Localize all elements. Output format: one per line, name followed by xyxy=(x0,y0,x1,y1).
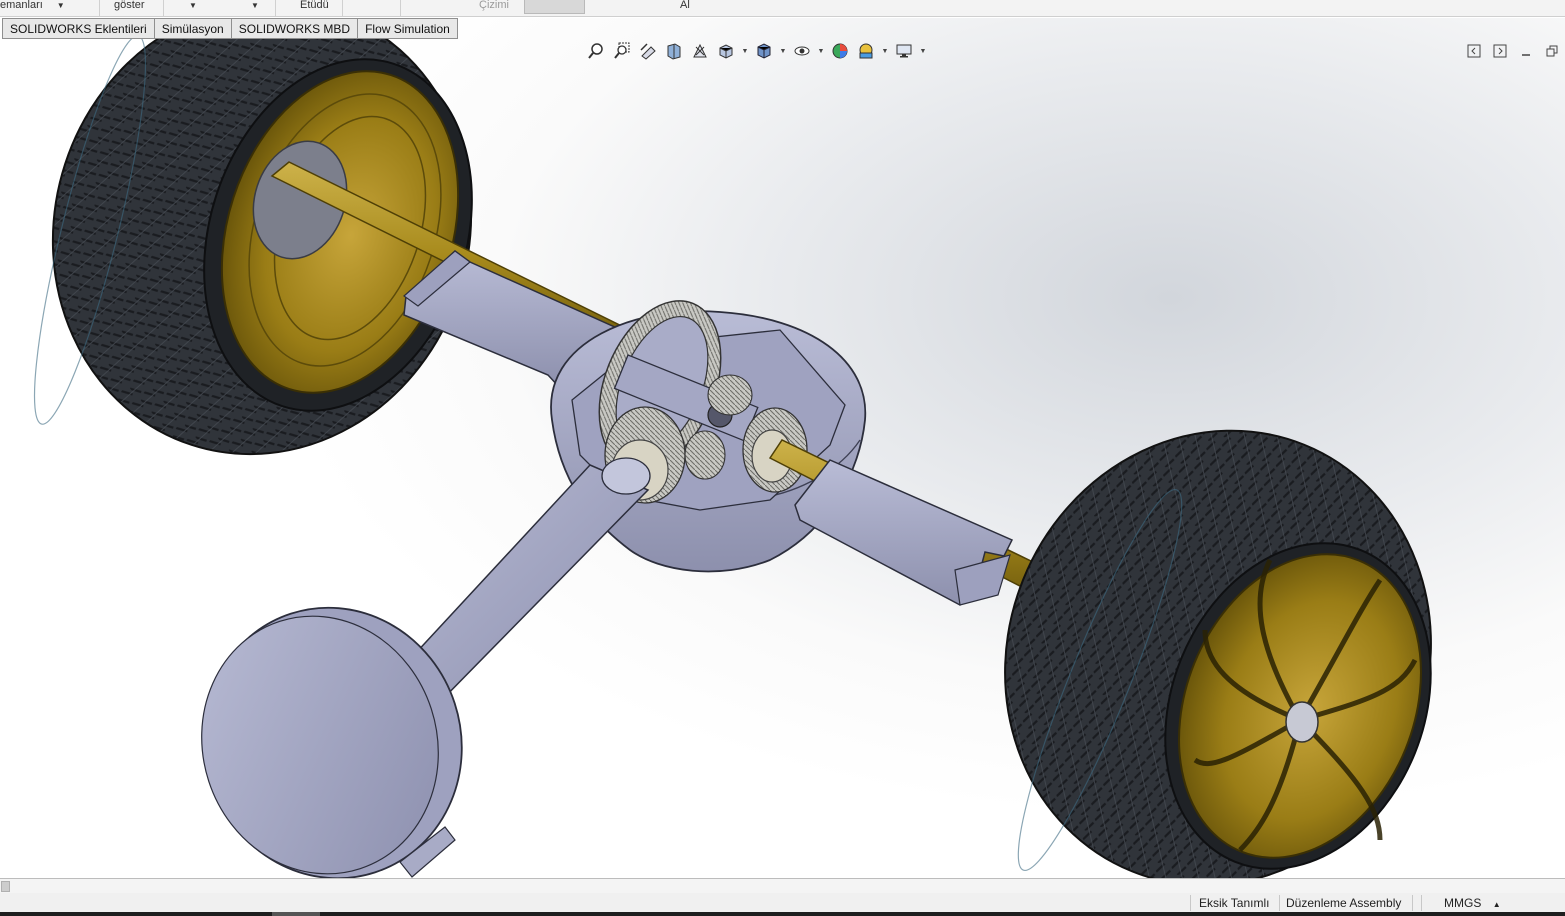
ribbon-divider xyxy=(163,0,164,16)
ribbon-item-label: Al xyxy=(680,0,690,11)
dynamic-annotation-views-icon[interactable] xyxy=(689,40,711,62)
ribbon-divider xyxy=(275,0,276,16)
right-axle-tube[interactable] xyxy=(794,459,1014,606)
chevron-down-icon[interactable]: ▼ xyxy=(881,48,889,55)
graphics-area[interactable]: ▼ ▼ ▼ ▼ ▼ xyxy=(0,18,1565,878)
section-view-icon[interactable] xyxy=(663,40,685,62)
tab-solidworks-addins[interactable]: SOLIDWORKS Eklentileri xyxy=(2,18,155,39)
display-style-icon[interactable] xyxy=(753,40,775,62)
horizontal-scrollbar[interactable] xyxy=(0,878,1565,894)
ribbon-dropdown[interactable]: ▼ xyxy=(251,0,259,14)
apply-scene-icon[interactable] xyxy=(855,40,877,62)
ribbon-item-get[interactable]: Al xyxy=(680,0,690,14)
chevron-down-icon[interactable]: ▼ xyxy=(817,48,825,55)
ribbon-item-show[interactable]: göster xyxy=(114,0,145,14)
editing-mode-status: Düzenleme Assembly xyxy=(1286,896,1402,910)
document-window-controls xyxy=(1465,42,1561,60)
tab-simulation[interactable]: Simülasyon xyxy=(154,18,232,39)
chevron-down-icon[interactable]: ▼ xyxy=(779,48,787,55)
ribbon-dropdown[interactable]: ▼ xyxy=(189,0,197,14)
tile-left-icon[interactable] xyxy=(1465,42,1483,60)
ribbon-item-study[interactable]: Etüdü xyxy=(300,0,329,14)
chevron-up-icon[interactable]: ▲ xyxy=(1493,900,1501,909)
units-label: MMGS xyxy=(1444,896,1482,910)
taskbar-active-indicator xyxy=(272,912,320,916)
assembly-model[interactable] xyxy=(0,18,1565,878)
hide-show-items-icon[interactable] xyxy=(791,40,813,62)
command-manager-tabs: SOLIDWORKS Eklentileri Simülasyon SOLIDW… xyxy=(2,18,458,39)
restore-icon[interactable] xyxy=(1543,42,1561,60)
ribbon-item-label: Etüdü xyxy=(300,0,329,11)
status-divider xyxy=(1279,895,1280,911)
view-orientation-icon[interactable] xyxy=(715,40,737,62)
status-bar: Eksik Tanımlı Düzenleme Assembly MMGS ▲ xyxy=(0,893,1565,913)
chevron-down-icon[interactable]: ▼ xyxy=(57,1,65,10)
ribbon-item-drawing[interactable]: Çizimi xyxy=(479,0,509,14)
ribbon-divider xyxy=(99,0,100,16)
command-manager-ribbon: emanları ▼ göster ▼ ▼ Etüdü Çizimi Al xyxy=(0,0,1565,17)
minimize-icon[interactable] xyxy=(1517,42,1535,60)
zoom-to-area-icon[interactable] xyxy=(611,40,633,62)
view-settings-icon[interactable] xyxy=(893,40,915,62)
scrollbar-thumb[interactable] xyxy=(1,881,10,892)
taskbar-edge xyxy=(0,912,1565,916)
tab-flow-simulation[interactable]: Flow Simulation xyxy=(358,18,458,39)
tile-right-icon[interactable] xyxy=(1491,42,1509,60)
definition-status: Eksik Tanımlı xyxy=(1199,896,1270,910)
tab-label: SOLIDWORKS Eklentileri xyxy=(10,21,147,36)
status-divider xyxy=(1412,895,1413,911)
units-selector[interactable]: MMGS ▲ xyxy=(1444,896,1501,910)
heads-up-view-toolbar: ▼ ▼ ▼ ▼ ▼ xyxy=(585,40,927,62)
chevron-down-icon[interactable]: ▼ xyxy=(919,48,927,55)
chevron-down-icon[interactable]: ▼ xyxy=(251,1,259,10)
zoom-to-fit-icon[interactable] xyxy=(585,40,607,62)
ribbon-divider xyxy=(400,0,401,16)
tab-solidworks-mbd[interactable]: SOLIDWORKS MBD xyxy=(231,18,359,39)
ribbon-selected-box[interactable] xyxy=(524,0,585,14)
status-divider xyxy=(1421,895,1422,911)
previous-view-icon[interactable] xyxy=(637,40,659,62)
tab-label: Simülasyon xyxy=(161,21,224,36)
right-wheel[interactable] xyxy=(937,366,1499,878)
tab-label: Flow Simulation xyxy=(365,21,450,36)
edit-appearance-icon[interactable] xyxy=(829,40,851,62)
chevron-down-icon[interactable]: ▼ xyxy=(189,1,197,10)
ribbon-item-label: Çizimi xyxy=(479,0,509,11)
status-divider xyxy=(1190,895,1191,911)
tab-label: SOLIDWORKS MBD xyxy=(238,21,351,36)
ribbon-item-label: göster xyxy=(114,0,145,11)
ribbon-item-features[interactable]: emanları ▼ xyxy=(0,0,65,14)
ribbon-item-label: emanları xyxy=(0,0,43,11)
chevron-down-icon[interactable]: ▼ xyxy=(741,48,749,55)
ribbon-divider xyxy=(342,0,343,16)
